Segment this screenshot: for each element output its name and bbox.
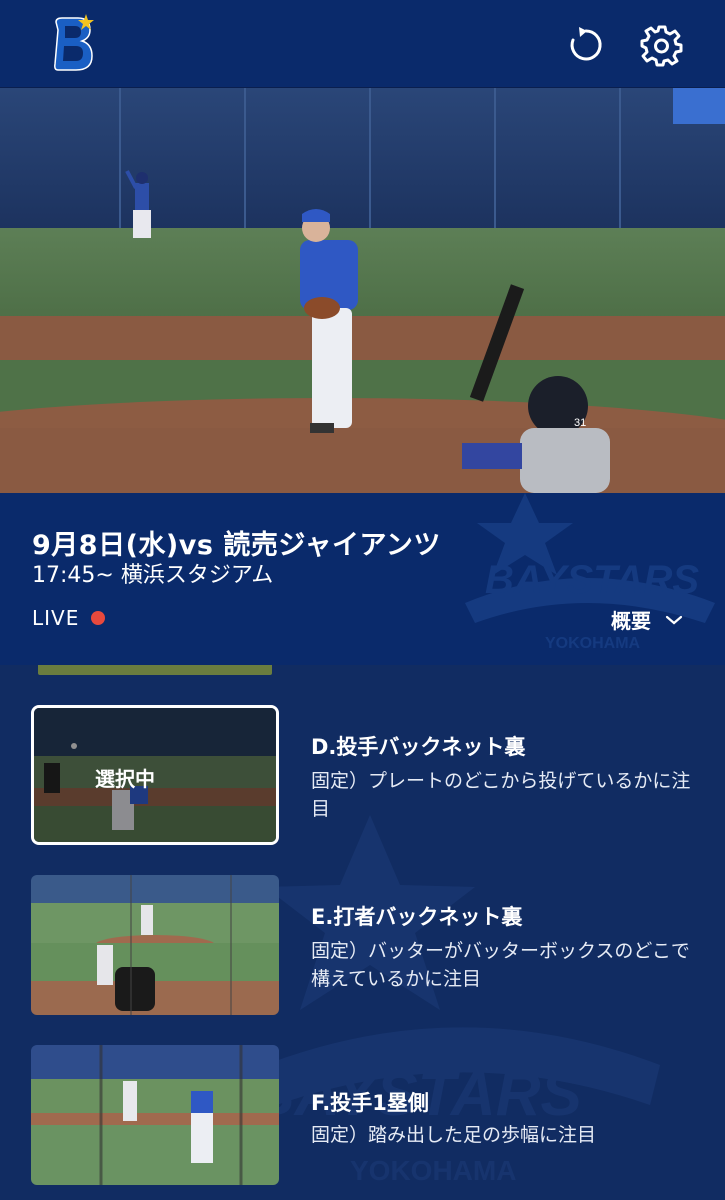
selected-label: 選択中 xyxy=(95,767,155,791)
settings-button[interactable] xyxy=(639,22,685,68)
camera-thumbnail-image xyxy=(31,875,279,1015)
camera-thumbnail-image xyxy=(31,1045,279,1185)
camera-item-d[interactable]: 選択中 D.投手バックネット裏 固定）プレートのどこから投げているかに注目 xyxy=(0,705,725,845)
camera-description: 固定）踏み出した足の歩幅に注目 xyxy=(311,1124,597,1146)
svg-text:YOKOHAMA: YOKOHAMA xyxy=(545,635,641,652)
chevron-down-icon xyxy=(665,615,683,624)
reload-icon xyxy=(570,27,602,61)
gear-icon xyxy=(640,25,683,67)
svg-text:BAYSTARS: BAYSTARS xyxy=(485,558,699,602)
camera-item-e[interactable]: E.打者バックネット裏 固定）バッターがバッターボックスのどこで構えているかに注… xyxy=(0,875,725,1015)
camera-title: E.打者バックネット裏 xyxy=(311,905,523,929)
summary-label: 概要 xyxy=(611,609,651,633)
baystars-b-logo-icon[interactable] xyxy=(48,12,98,76)
camera-description: 固定）プレートのどこから投げているかに注目 xyxy=(311,770,691,820)
summary-toggle[interactable]: 概要 xyxy=(611,605,683,634)
game-time-venue: 17:45~ 横浜スタジアム xyxy=(32,563,274,588)
app-header xyxy=(0,0,725,88)
camera-item-f[interactable]: F.投手1塁側 固定）踏み出した足の歩幅に注目 xyxy=(0,1045,725,1185)
camera-description: 固定）バッターがバッターボックスのどこで構えているかに注目 xyxy=(311,940,690,990)
live-label: LIVE xyxy=(32,606,80,630)
game-info-panel: BAYSTARS YOKOHAMA 9月8日(水)vs 読売ジャイアンツ 17:… xyxy=(0,493,725,665)
camera-thumbnail: 選択中 xyxy=(31,705,279,845)
video-frame: 31 xyxy=(0,88,725,493)
camera-thumbnail xyxy=(31,875,279,1015)
camera-title: F.投手1塁側 xyxy=(311,1091,429,1115)
live-dot-icon xyxy=(91,611,106,625)
video-player[interactable]: 31 xyxy=(0,88,725,493)
baystars-watermark-icon: BAYSTARS YOKOHAMA xyxy=(465,493,715,652)
reload-button[interactable] xyxy=(563,22,609,68)
previous-thumbnail-edge xyxy=(38,665,272,675)
camera-title: D.投手バックネット裏 xyxy=(311,735,526,759)
live-indicator: LIVE xyxy=(32,606,106,630)
selected-overlay: 選択中 xyxy=(34,708,276,842)
camera-thumbnail xyxy=(31,1045,279,1185)
camera-angle-list[interactable]: BAYSTARS YOKOHAMA 選択中 D.投手バックネット裏 固定）プレー… xyxy=(0,665,725,1200)
batter-number: 31 xyxy=(574,417,586,429)
